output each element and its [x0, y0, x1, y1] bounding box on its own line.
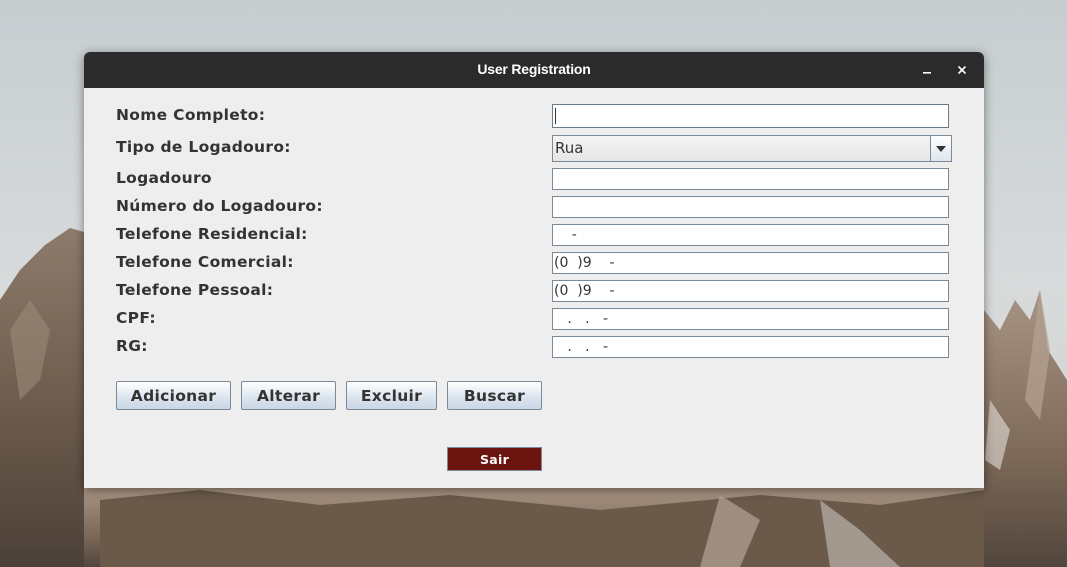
- street-number-label: Número do Logadouro:: [116, 197, 323, 215]
- cpf-label: CPF:: [116, 309, 156, 327]
- window-titlebar[interactable]: User Registration: [84, 52, 984, 88]
- delete-button[interactable]: Excluir: [346, 381, 437, 410]
- street-type-select[interactable]: Rua: [552, 135, 952, 162]
- home-phone-label: Telefone Residencial:: [116, 225, 308, 243]
- exit-button[interactable]: Sair: [447, 447, 542, 471]
- window-title: User Registration: [477, 61, 591, 77]
- close-icon: [957, 65, 967, 75]
- user-registration-window: User Registration Nome Completo: Tipo de…: [84, 52, 984, 488]
- add-button[interactable]: Adicionar: [116, 381, 231, 410]
- search-button[interactable]: Buscar: [447, 381, 542, 410]
- work-phone-input[interactable]: (0 )9 -: [552, 252, 949, 274]
- home-phone-input[interactable]: -: [552, 224, 949, 246]
- street-type-label: Tipo de Logadouro:: [116, 138, 291, 156]
- full-name-label: Nome Completo:: [116, 106, 266, 124]
- street-input[interactable]: [552, 168, 949, 190]
- mobile-phone-label: Telefone Pessoal:: [116, 281, 274, 299]
- close-button[interactable]: [952, 60, 972, 80]
- minimize-icon: [923, 72, 931, 74]
- minimize-button[interactable]: [917, 60, 937, 80]
- street-type-selected: Rua: [555, 139, 584, 157]
- chevron-down-icon: [936, 145, 946, 152]
- full-name-input[interactable]: [552, 104, 949, 128]
- street-number-input[interactable]: [552, 196, 949, 218]
- street-label: Logadouro: [116, 169, 212, 187]
- work-phone-label: Telefone Comercial:: [116, 253, 294, 271]
- street-type-dropdown-button[interactable]: [930, 136, 951, 161]
- edit-button[interactable]: Alterar: [241, 381, 336, 410]
- text-caret: [555, 108, 556, 124]
- rg-label: RG:: [116, 337, 148, 355]
- rg-input[interactable]: . . -: [552, 336, 949, 358]
- cpf-input[interactable]: . . -: [552, 308, 949, 330]
- mobile-phone-input[interactable]: (0 )9 -: [552, 280, 949, 302]
